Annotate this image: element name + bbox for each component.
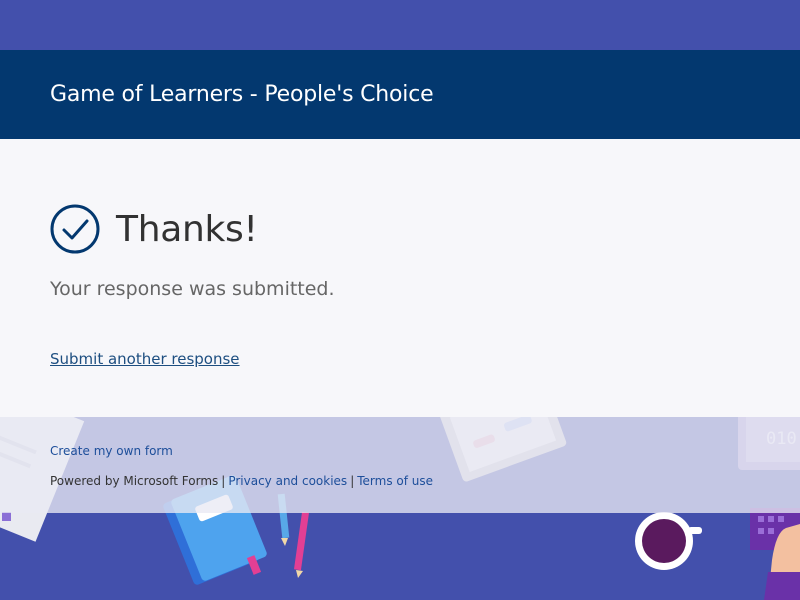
coffee-cup-illustration [635,512,702,570]
top-strip [0,0,800,50]
create-my-own-form-link[interactable]: Create my own form [50,444,173,458]
submission-message: Your response was submitted. [50,278,335,300]
footer-legal-line: Powered by Microsoft Forms | Privacy and c… [50,474,433,488]
terms-of-use-link[interactable]: Terms of use [357,474,433,488]
footer: Create my own form Powered by Microsoft … [0,417,800,513]
privacy-and-cookies-link[interactable]: Privacy and cookies [228,474,347,488]
confirmation-card: Thanks! Your response was submitted. Sub… [0,139,800,417]
checkmark-circle-icon [50,204,100,254]
thanks-row: Thanks! [50,204,258,254]
powered-by-text: Powered by Microsoft Forms [50,474,219,488]
footer-separator: | [221,474,226,488]
thanks-heading: Thanks! [116,208,258,250]
footer-separator: | [350,474,355,488]
keyboard-hand-illustration [750,508,800,600]
form-header: Game of Learners - People's Choice [0,50,800,139]
form-title: Game of Learners - People's Choice [50,82,434,107]
submit-another-response-link[interactable]: Submit another response [50,350,240,368]
